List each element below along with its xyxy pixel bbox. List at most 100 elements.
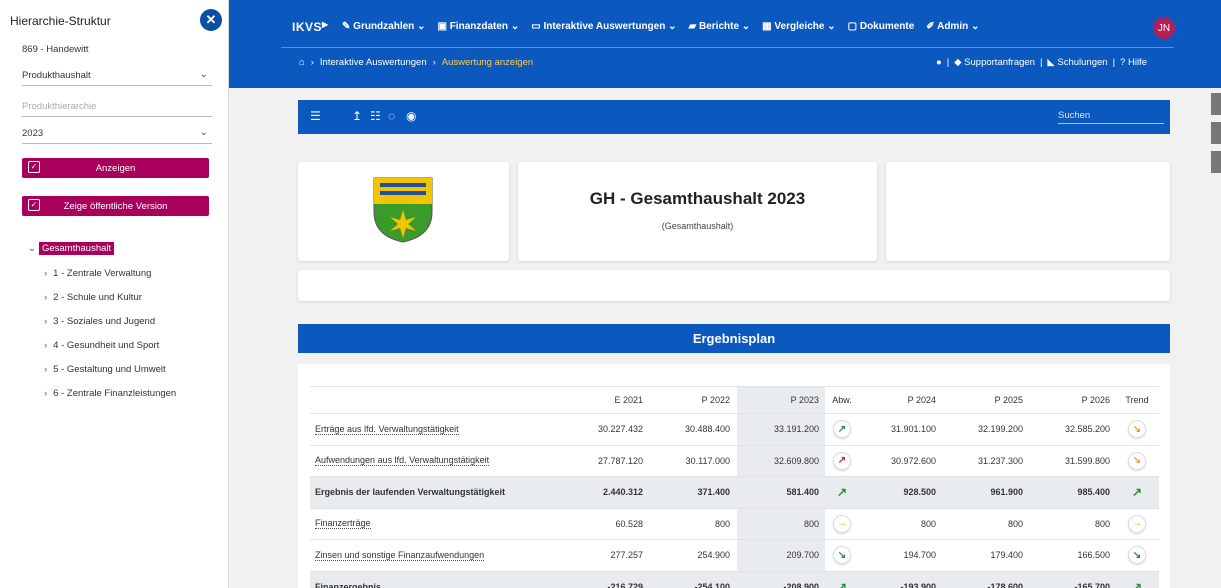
cell-p2022: 30.117.000: [685, 455, 730, 466]
tree-root-item[interactable]: ⌄ Gesamthaushalt: [28, 242, 115, 255]
cell-e2021: 277.257: [610, 550, 643, 561]
row-label[interactable]: Erträge aus lfd. Verwaltungstätigkeit: [315, 414, 459, 445]
side-tab[interactable]: [1211, 151, 1221, 173]
cell-e2021: 27.787.120: [597, 455, 643, 466]
trend-flat-icon: →: [1128, 514, 1146, 533]
support-link[interactable]: ◆ Supportanfragen: [954, 57, 1035, 68]
cell-p2024: 800: [920, 518, 936, 529]
cell-p2022: 254.900: [697, 550, 730, 561]
chevron-right-icon: ›: [310, 57, 314, 68]
checkbox-icon: ✓: [28, 161, 40, 173]
table-row: Ergebnis der laufenden Verwaltungstätigk…: [310, 476, 1159, 508]
breadcrumb-interaktive-auswertungen[interactable]: Interaktive Auswertungen: [320, 57, 427, 68]
table-row: Finanzerträge 60.528 800 800 → 800 800 800 →: [310, 507, 1159, 540]
row-label-text: Finanzerträge: [315, 518, 371, 530]
user-avatar[interactable]: JN: [1153, 17, 1175, 39]
cell-p2025: 31.237.300: [977, 455, 1023, 466]
trend-cell[interactable]: →: [1092, 509, 1170, 540]
description-card: [298, 270, 1170, 301]
trend-cell: ↗: [1092, 477, 1170, 508]
chevron-right-icon: ›: [44, 364, 48, 375]
folder-icon: ▢: [847, 21, 860, 32]
tree-item[interactable]: › 3 - Soziales und Jugend: [44, 316, 155, 327]
trend-cell: ↗: [1092, 572, 1170, 588]
budget-type-select[interactable]: Produkthaushalt ⌄: [22, 66, 212, 86]
nav-interaktive-auswertungen[interactable]: ▭ Interaktive Auswertungen ⌄: [531, 21, 676, 32]
help-link[interactable]: ? Hilfe: [1120, 57, 1147, 68]
tag-icon: ◆: [954, 57, 965, 68]
trend-cell[interactable]: ↘: [1092, 446, 1170, 477]
report-subtitle: (Gesamthaushalt): [661, 221, 734, 231]
menu-icon[interactable]: ☰: [310, 109, 321, 123]
money-icon: ▣: [437, 21, 450, 32]
nav-admin[interactable]: ✐ Admin ⌄: [926, 21, 979, 32]
side-tab[interactable]: [1211, 122, 1221, 144]
cell-p2022: 800: [714, 518, 730, 529]
row-label[interactable]: Finanzerträge: [315, 509, 371, 540]
logo-card: [298, 162, 509, 261]
nav-label: Admin: [937, 21, 969, 32]
trend-down-icon: ↘: [1128, 420, 1146, 439]
search-placeholder: Suchen: [1058, 110, 1091, 121]
product-hierarchy-placeholder: Produkthierarchie: [22, 101, 97, 112]
search-input[interactable]: Suchen: [1058, 110, 1164, 124]
nav-grundzahlen[interactable]: ✎ Grundzahlen ⌄: [342, 21, 425, 32]
breadcrumb: ⌂ › Interaktive Auswertungen › Auswertun…: [299, 57, 533, 68]
tree-item[interactable]: › 6 - Zentrale Finanzleistungen: [44, 388, 176, 399]
chevron-down-icon: ⌄: [827, 21, 836, 32]
cell-p2025: 961.900: [990, 487, 1023, 498]
list-icon[interactable]: ☷: [370, 109, 381, 123]
tree-item[interactable]: › 5 - Gestaltung und Umwelt: [44, 364, 166, 375]
table-row: Finanzergebnis -216.729 -254.100 -208.900 ↗ -…: [310, 570, 1159, 588]
nav-dokumente[interactable]: ▢ Dokumente: [848, 21, 915, 32]
col-p2022-header: P 2022: [701, 395, 730, 405]
nav-berichte[interactable]: ▰ Berichte ⌄: [689, 21, 751, 32]
chat-icon[interactable]: ●: [936, 57, 942, 68]
trend-cell[interactable]: ↘: [1092, 414, 1170, 445]
chevron-right-icon: ›: [44, 340, 48, 351]
col-e2021-header: E 2021: [614, 395, 643, 405]
question-icon: ?: [1120, 57, 1128, 68]
tree-item-label: 4 - Gesundheit und Sport: [53, 340, 160, 351]
checkbox-icon: ✓: [28, 199, 40, 211]
support-links: ● | ◆ Supportanfragen | ◣ Schulungen | ?…: [936, 57, 1147, 68]
nav-vergleiche[interactable]: ▦ Vergleiche ⌄: [762, 21, 835, 32]
tree-item-label: 2 - Schule und Kultur: [53, 292, 142, 303]
title-card: GH - Gesamthaushalt 2023 (Gesamthaushalt…: [518, 162, 877, 261]
nav-label: Dokumente: [859, 21, 915, 32]
row-label[interactable]: Zinsen und sonstige Finanzaufwendungen: [315, 540, 485, 571]
nav-label: Grundzahlen: [353, 21, 415, 32]
training-link[interactable]: ◣ Schulungen: [1047, 57, 1107, 68]
tree-root-label: Gesamthaushalt: [38, 242, 115, 255]
tree-item[interactable]: › 4 - Gesundheit und Sport: [44, 340, 159, 351]
side-tab[interactable]: [1211, 93, 1221, 115]
cell-e2021: 2.440.312: [602, 487, 643, 498]
trend-cell[interactable]: ↘: [1092, 540, 1170, 571]
public-version-button[interactable]: ✓ Zeige öffentliche Version: [22, 196, 209, 216]
eye-icon[interactable]: ◉: [406, 109, 416, 123]
tree-item[interactable]: › 2 - Schule und Kultur: [44, 292, 142, 303]
comments-icon[interactable]: ◌: [388, 109, 395, 123]
row-label[interactable]: Aufwendungen aus lfd. Verwaltungstätigke…: [315, 446, 490, 477]
trend-down-icon: ↘: [1128, 451, 1146, 470]
nav-label: Berichte: [698, 21, 739, 32]
book-icon: ▰: [688, 21, 699, 32]
cell-p2025: 32.199.200: [977, 424, 1023, 435]
row-label: Ergebnis der laufenden Verwaltungstätigk…: [315, 477, 505, 508]
close-icon[interactable]: ✕: [200, 9, 222, 31]
play-icon: ▶: [322, 20, 329, 29]
cell-p2024: -193.900: [900, 581, 936, 588]
year-select[interactable]: 2023 ⌄: [22, 124, 212, 144]
sort-icon[interactable]: ↥: [352, 109, 362, 123]
help-label: Hilfe: [1127, 57, 1147, 68]
brand-text: IKVS: [292, 20, 323, 34]
tree-item[interactable]: › 1 - Zentrale Verwaltung: [44, 268, 151, 279]
nav-finanzdaten[interactable]: ▣ Finanzdaten ⌄: [437, 21, 519, 32]
section-header: Ergebnisplan: [298, 324, 1170, 353]
home-icon[interactable]: ⌂: [299, 57, 305, 68]
product-hierarchy-select[interactable]: Produkthierarchie: [22, 97, 212, 117]
show-button[interactable]: ✓ Anzeigen: [22, 158, 209, 178]
brand-logo[interactable]: IKVS▶: [292, 20, 329, 34]
tree-item-label: 3 - Soziales und Jugend: [53, 316, 156, 327]
chevron-down-icon: ⌄: [199, 69, 208, 80]
